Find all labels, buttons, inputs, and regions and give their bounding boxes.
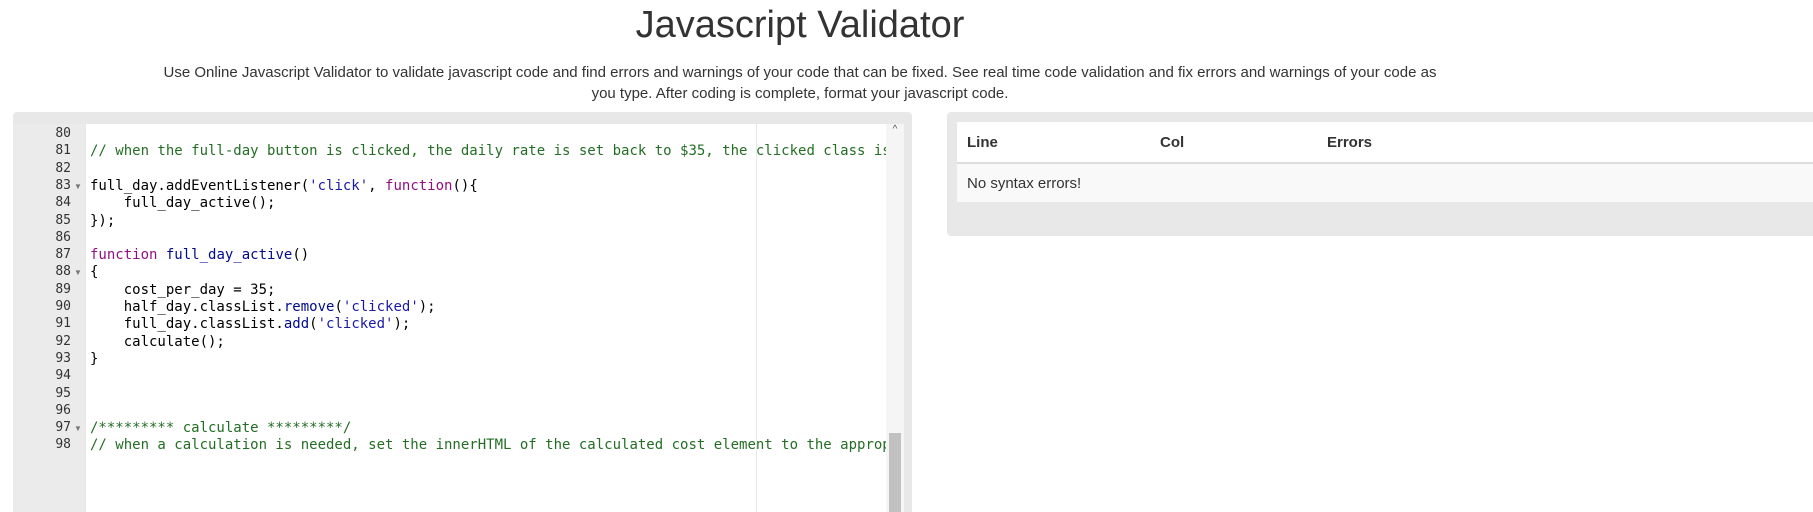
code-line[interactable]: {	[90, 264, 98, 280]
line-number: 96	[55, 402, 71, 418]
line-number: 84	[55, 195, 71, 211]
column-line: Line	[957, 122, 1150, 164]
line-number: 91	[55, 316, 71, 332]
line-number: 94	[55, 368, 71, 384]
fold-arrow-icon[interactable]: ▼	[74, 182, 82, 191]
line-number: 83	[55, 177, 71, 193]
line-number: 88	[55, 264, 71, 280]
line-number: 98	[55, 437, 71, 453]
code-line[interactable]: // when a calculation is needed, set the…	[90, 437, 899, 453]
editor-scrollbar[interactable]: ^	[886, 124, 904, 512]
code-line[interactable]: // when the full-day button is clicked, …	[90, 143, 891, 159]
scroll-up-icon[interactable]: ^	[886, 124, 904, 138]
code-line[interactable]: });	[90, 213, 115, 229]
line-number: 95	[55, 385, 71, 401]
code-line[interactable]: half_day.classList.remove('clicked');	[90, 299, 436, 315]
code-line[interactable]: function full_day_active()	[90, 247, 309, 263]
column-errors: Errors	[1317, 122, 1813, 164]
table-row: No syntax errors!	[957, 163, 1813, 202]
code-line[interactable]: full_day.classList.add('clicked');	[90, 316, 411, 332]
line-number: 85	[55, 212, 71, 228]
page-description: Use Online Javascript Validator to valid…	[163, 64, 1437, 102]
page-title: Javascript Validator	[635, 4, 965, 46]
code-line[interactable]: cost_per_day = 35;	[90, 282, 276, 298]
scrollbar-thumb[interactable]	[889, 433, 901, 512]
line-number: 93	[55, 350, 71, 366]
line-number: 92	[55, 333, 71, 349]
code-line[interactable]: full_day_active();	[90, 195, 276, 211]
errors-table: Line Col Errors No syntax errors!	[957, 122, 1813, 202]
fold-arrow-icon[interactable]: ▼	[74, 424, 82, 433]
print-margin	[756, 124, 757, 512]
code-line[interactable]: }	[90, 351, 98, 367]
code-line[interactable]: calculate();	[90, 334, 225, 350]
line-number: 86	[55, 229, 71, 245]
line-number: 87	[55, 247, 71, 263]
no-errors-message: No syntax errors!	[957, 163, 1813, 202]
fold-arrow-icon[interactable]: ▼	[74, 268, 82, 277]
table-header-row: Line Col Errors	[957, 122, 1813, 164]
line-number: 80	[55, 126, 71, 141]
line-number: 81	[55, 143, 71, 159]
line-number: 89	[55, 281, 71, 297]
code-line[interactable]: full_day.addEventListener('click', funct…	[90, 178, 478, 194]
code-line[interactable]: /********* calculate *********/	[90, 420, 351, 436]
line-number: 82	[55, 160, 71, 176]
line-number: 97	[55, 420, 71, 436]
line-number: 90	[55, 299, 71, 314]
column-col: Col	[1150, 122, 1317, 164]
